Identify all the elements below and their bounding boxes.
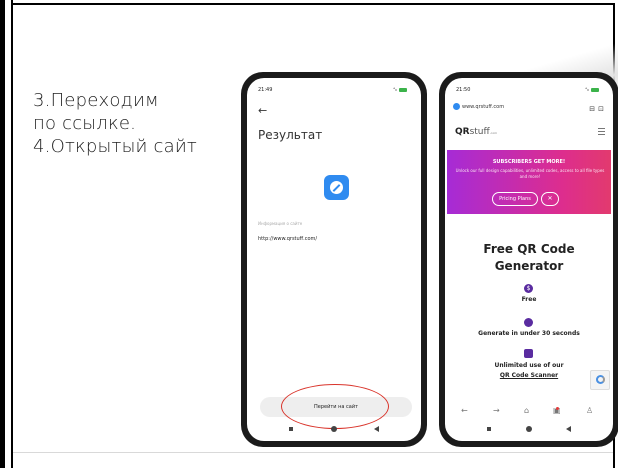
recent-apps-icon[interactable]: [487, 427, 491, 431]
browser-forward-icon[interactable]: →: [493, 406, 500, 415]
tabs-count-icon[interactable]: ⊡: [598, 105, 607, 113]
frame-top-border: [11, 3, 615, 5]
pricing-plans-button[interactable]: Pricing Plans: [492, 192, 538, 206]
browser-profile-icon[interactable]: ♙: [586, 406, 593, 415]
hero-heading: Free QR Code Generator: [445, 241, 613, 275]
minus-box-icon: [524, 349, 533, 358]
bottom-divider: [13, 452, 613, 453]
site-info-label: Информация о сайте: [258, 221, 303, 226]
logo-qr-text: QR: [455, 127, 470, 137]
slide-instructions: 3.Переходим по ссылке. 4.Открытый сайт: [33, 89, 233, 158]
logo-stuff-text: stuff: [469, 127, 490, 137]
status-icons: ⁺ₗₗ: [585, 87, 599, 93]
frame-left-inner-border: [11, 0, 13, 468]
feature-speed: Generate in under 30 seconds: [478, 330, 580, 337]
instruction-line-3: 4.Открытый сайт: [33, 136, 197, 157]
frame-left-border: [0, 0, 5, 468]
phone-1-screen: 21:49 ⁺ₗₗ ← Результат Информация о сайте…: [247, 78, 421, 441]
android-nav-bar: [247, 425, 421, 435]
recaptcha-badge[interactable]: [590, 370, 610, 390]
clock-icon: [524, 318, 533, 327]
browser-toolbar: ← → ⌂ ▣ ♙: [445, 406, 613, 420]
android-nav-bar: [445, 425, 613, 435]
menu-icon[interactable]: [598, 128, 605, 137]
subscription-promo-banner: SUBSCRIBERS GET MORE! Unlock our full de…: [447, 150, 611, 214]
browser-app-icon: [324, 175, 349, 200]
result-title: Результат: [258, 128, 323, 142]
address-bar-actions: ⊟⊡: [589, 105, 607, 113]
browser-back-icon[interactable]: ←: [461, 406, 468, 415]
back-nav-icon[interactable]: [374, 426, 379, 432]
signal-icon: ⁺ₗₗ: [584, 87, 589, 93]
instruction-line-1: 3.Переходим: [33, 90, 159, 111]
promo-title: SUBSCRIBERS GET MORE!: [492, 159, 566, 165]
site-logo[interactable]: QRstuff.com: [455, 127, 497, 137]
notification-dot: [556, 407, 559, 410]
phone-website: 21:50 ⁺ₗₗ www.qrstuff.com ⊟⊡ QRstuff.com…: [439, 72, 618, 447]
status-time: 21:49: [258, 87, 273, 93]
promo-description: Unlock our full design capabilities, unl…: [455, 168, 605, 179]
globe-icon: [453, 103, 460, 110]
recaptcha-icon: [596, 375, 605, 384]
highlight-circle: [281, 384, 389, 429]
home-nav-icon[interactable]: [526, 426, 532, 432]
phone-scan-result: 21:49 ⁺ₗₗ ← Результат Информация о сайте…: [241, 72, 427, 447]
recent-apps-icon[interactable]: [289, 427, 293, 431]
qr-scanner-link[interactable]: QR Code Scanner: [445, 372, 613, 379]
hero-line-2: Generator: [494, 259, 564, 273]
status-bar: 21:49 ⁺ₗₗ: [247, 78, 421, 98]
phone-2-screen: 21:50 ⁺ₗₗ www.qrstuff.com ⊟⊡ QRstuff.com…: [445, 78, 613, 441]
site-url-value: http://www.qrstuff.com/: [258, 236, 318, 242]
status-time: 21:50: [456, 87, 471, 93]
logo-com-text: .com: [489, 131, 498, 135]
battery-icon: [591, 87, 599, 92]
back-arrow-icon[interactable]: ←: [258, 104, 267, 117]
dollar-icon: $: [524, 284, 533, 293]
browser-home-icon[interactable]: ⌂: [524, 406, 529, 415]
hero-line-1: Free QR Code: [483, 242, 575, 256]
status-bar: 21:50 ⁺ₗₗ: [445, 78, 613, 98]
status-icons: ⁺ₗₗ: [393, 87, 407, 93]
home-nav-icon[interactable]: [331, 426, 337, 432]
back-nav-icon[interactable]: [566, 426, 571, 432]
feature-unlimited: Unlimited use of our: [494, 362, 564, 369]
bookmark-icon[interactable]: ⊟: [589, 105, 598, 113]
close-promo-button[interactable]: ✕: [541, 192, 559, 206]
battery-icon: [399, 87, 407, 92]
address-bar[interactable]: www.qrstuff.com: [453, 103, 593, 115]
instruction-line-2: по ссылке.: [33, 113, 137, 134]
signal-icon: ⁺ₗₗ: [392, 87, 397, 93]
address-url: www.qrstuff.com: [462, 104, 505, 110]
feature-free: Free: [521, 296, 537, 303]
